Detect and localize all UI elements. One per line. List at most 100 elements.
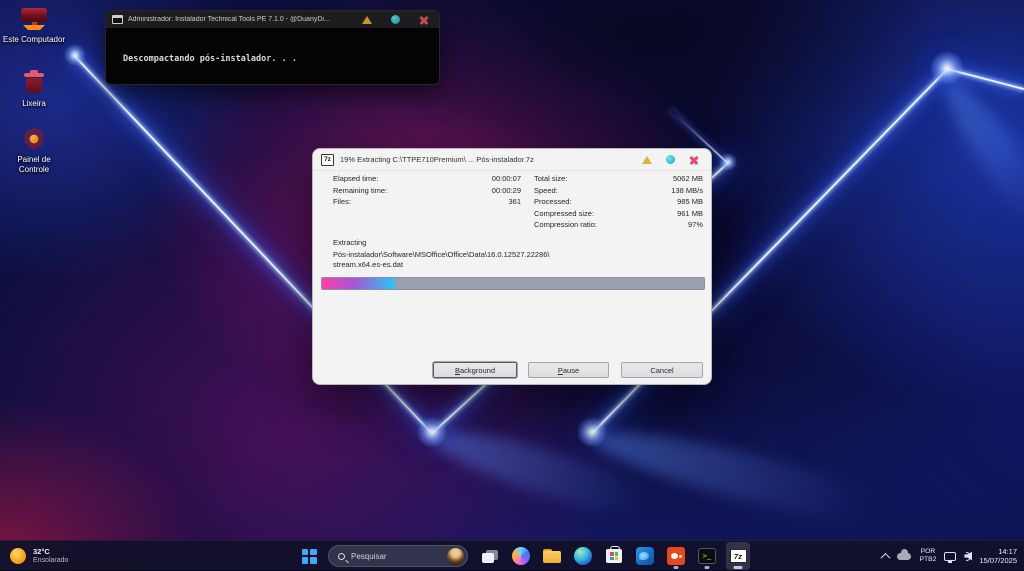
desktop-icon-label: Este Computador <box>2 35 66 45</box>
tray-time: 14:17 <box>979 547 1017 557</box>
windows-logo-icon <box>302 549 317 564</box>
system-tray: POR PTB2 14:17 15/07/2025 <box>882 541 1017 571</box>
desktop-icon-recycle-bin[interactable]: Lixeira <box>2 70 66 109</box>
terminal-icon: >_ <box>698 548 716 564</box>
dialog-title: 19% Extracting C:\TTPE710Premium\ ... Pó… <box>340 155 636 164</box>
computer-icon <box>20 8 48 30</box>
neon-vertex-glow <box>719 153 737 171</box>
blue-app-icon <box>636 547 654 565</box>
trash-icon <box>24 73 44 93</box>
desktop-icon-control-panel[interactable]: ⚙ Painel de Controle <box>2 126 66 175</box>
start-button[interactable] <box>297 542 321 570</box>
stat-value: 00:00:07 <box>492 173 521 185</box>
stat-label: Total size: <box>534 173 567 185</box>
neon-vertex-glow <box>64 44 86 66</box>
desktop-icon-label: Painel de Controle <box>2 155 66 175</box>
hidden-icons-chevron-icon[interactable] <box>881 552 891 562</box>
taskbar-app-terminal[interactable]: >_ <box>695 542 719 570</box>
neon-vertex-glow <box>930 51 964 85</box>
stat-value: 361 <box>508 196 521 208</box>
taskbar-center: Pesquisar >_ 7z <box>297 541 750 571</box>
cmd-window-icon <box>112 15 123 24</box>
stat-label: Processed: <box>534 196 572 208</box>
file-path-line1: Pós-instalador\Software\MSOffice\Office\… <box>333 250 550 260</box>
close-icon[interactable] <box>689 155 699 165</box>
language-code: POR <box>919 548 936 556</box>
console-title-bar[interactable]: Administrador: Instalador Technical Tool… <box>106 11 439 28</box>
installer-app-icon <box>667 547 685 565</box>
stat-row: Files: 361 <box>333 196 521 208</box>
tray-date: 15/07/2025 <box>979 556 1017 566</box>
close-icon[interactable] <box>419 15 429 25</box>
stat-label: Compression ratio: <box>534 219 597 231</box>
dialog-title-bar[interactable]: 7z 19% Extracting C:\TTPE710Premium\ ...… <box>313 149 711 171</box>
copilot-icon <box>512 547 530 565</box>
taskbar-app-edge[interactable] <box>571 542 595 570</box>
stat-label: Files: <box>333 196 351 208</box>
stat-row: Processed: 985 MB <box>534 196 703 208</box>
stat-value: 00:00:29 <box>492 185 521 197</box>
stats-left-column: Elapsed time: 00:00:07 Remaining time: 0… <box>333 173 521 208</box>
stat-label: Compressed size: <box>534 208 594 220</box>
stats-right-column: Total size: 5062 MB Speed: 138 MB/s Proc… <box>534 173 703 231</box>
taskbar-app-installer[interactable] <box>664 542 688 570</box>
weather-temperature: 32°C <box>33 547 68 556</box>
7zip-app-icon: 7z <box>321 154 334 166</box>
keyboard-layout: PTB2 <box>919 556 936 564</box>
taskbar-app-task-view[interactable] <box>478 542 502 570</box>
taskbar-app-copilot[interactable] <box>509 542 533 570</box>
pause-button[interactable]: Pause <box>528 362 609 378</box>
stat-row: Elapsed time: 00:00:07 <box>333 173 521 185</box>
stat-value: 5062 MB <box>673 173 703 185</box>
onedrive-icon[interactable] <box>897 553 911 560</box>
stat-label: Remaining time: <box>333 185 387 197</box>
light-beam <box>931 69 1024 256</box>
taskbar-app-microsoft-store[interactable] <box>602 542 626 570</box>
stat-row: Total size: 5062 MB <box>534 173 703 185</box>
search-icon <box>338 553 345 560</box>
language-indicator[interactable]: POR PTB2 <box>919 548 936 564</box>
stat-value: 138 MB/s <box>671 185 703 197</box>
weather-condition: Ensolarado <box>33 556 68 565</box>
edge-browser-icon <box>574 547 592 565</box>
console-title: Administrador: Instalador Technical Tool… <box>128 16 357 23</box>
stat-label: Elapsed time: <box>333 173 378 185</box>
maximize-icon[interactable] <box>391 15 400 24</box>
volume-control[interactable] <box>964 552 971 561</box>
taskbar-app-7zip[interactable]: 7z <box>726 542 750 570</box>
7zip-progress-dialog: 7z 19% Extracting C:\TTPE710Premium\ ...… <box>312 148 712 385</box>
stat-value: 961 MB <box>677 208 703 220</box>
store-bag-icon <box>606 549 622 563</box>
stat-row: Compression ratio: 97% <box>534 219 703 231</box>
progress-bar-fill <box>322 278 395 289</box>
task-view-icon <box>482 550 498 563</box>
search-highlight-avatar[interactable] <box>447 548 464 565</box>
7zip-icon: 7z <box>730 549 747 563</box>
desktop-icon-label: Lixeira <box>2 99 66 109</box>
stat-label: Speed: <box>534 185 558 197</box>
neon-vertex-glow <box>577 417 607 447</box>
current-file-path: Pós-instalador\Software\MSOffice\Office\… <box>333 250 550 270</box>
stat-value: 97% <box>688 219 703 231</box>
maximize-icon[interactable] <box>666 155 675 164</box>
network-icon[interactable] <box>944 552 956 561</box>
neon-vertex-glow <box>417 417 447 447</box>
search-box[interactable]: Pesquisar <box>328 545 468 567</box>
file-path-line2: stream.x64.es-es.dat <box>333 260 550 270</box>
search-label: Pesquisar <box>351 552 441 561</box>
taskbar-app-file-explorer[interactable] <box>540 542 564 570</box>
sun-icon <box>10 548 26 564</box>
desktop-icon-this-pc[interactable]: Este Computador <box>2 6 66 45</box>
stat-value: 985 MB <box>677 196 703 208</box>
clock-widget[interactable]: 14:17 15/07/2025 <box>979 547 1017 566</box>
folder-icon <box>543 549 561 563</box>
background-button[interactable]: Background <box>433 362 517 378</box>
taskbar: 32°C Ensolarado Pesquisar <box>0 540 1024 570</box>
minimize-icon[interactable] <box>642 156 652 164</box>
minimize-icon[interactable] <box>362 16 372 24</box>
taskbar-app-blue-app[interactable] <box>633 542 657 570</box>
gear-icon: ⚙ <box>22 126 46 152</box>
cancel-button[interactable]: Cancel <box>621 362 703 378</box>
stat-row: Compressed size: 961 MB <box>534 208 703 220</box>
weather-widget[interactable]: 32°C Ensolarado <box>10 541 68 571</box>
